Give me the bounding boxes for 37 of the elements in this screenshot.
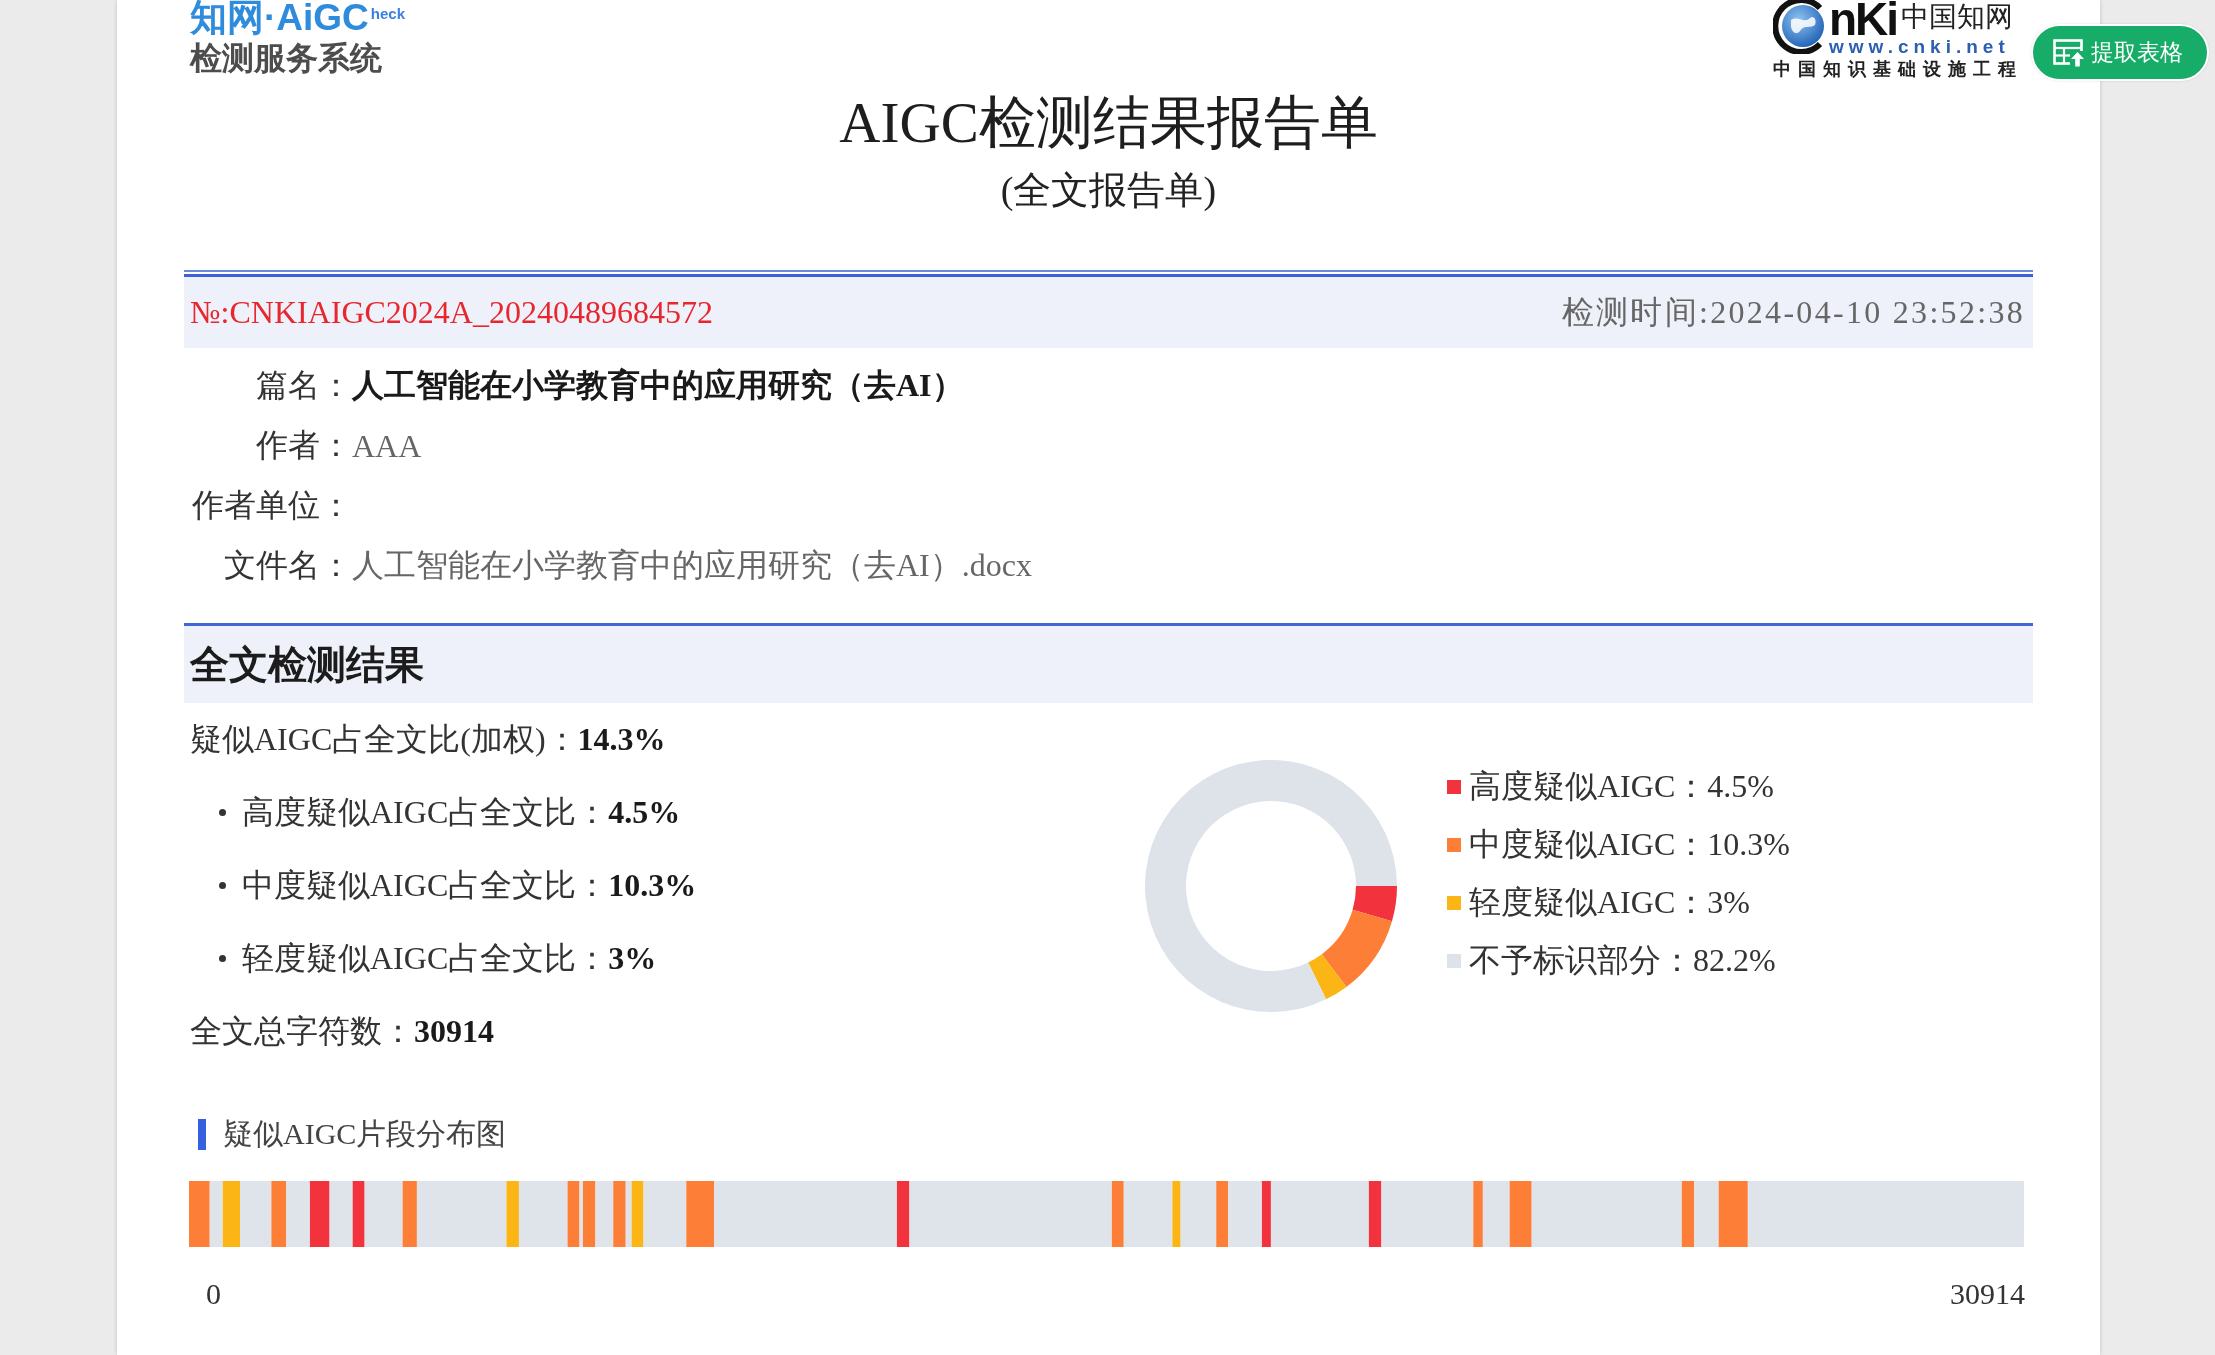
check-time: 检测时间:2024-04-10 23:52:38 [1561,292,2025,332]
extract-table-button[interactable]: 提取表格 [2031,24,2209,81]
field-label: 文件名： [223,546,352,585]
logo-wordmark: nKi [1829,0,1898,38]
report-subtitle: (全文报告单) [1000,168,1217,213]
logo-subtitle: 检测服务系统 [190,39,382,77]
scale-label: 0 [206,1276,221,1312]
scale-label: 30914 [1950,1276,2025,1312]
stat-text: 中度疑似AIGC占全文比：10.3% [242,865,697,905]
heading-marker-icon [198,1118,206,1150]
logo-tagline: 中国知识基础设施工程 [1773,58,2024,80]
logo-suffix: heck [370,5,406,23]
bullet-icon [219,882,226,889]
field-label: 作者： [255,426,352,465]
legend-label: 轻度疑似AIGC：3% [1469,883,1750,922]
logo-wordmark: 知网·AiGC [190,0,369,39]
table-upload-icon [2053,38,2085,67]
report-title: AIGC检测结果报告单 [839,90,1378,156]
bullet-icon [219,955,226,962]
field-value: 人工智能在小学教育中的应用研究（去AI） [352,366,964,405]
field-label: 作者单位： [192,486,352,525]
section-heading: 全文检测结果 [184,626,2033,703]
chart-heading: 疑似AIGC片段分布图 [223,1115,507,1152]
stat-text: 轻度疑似AIGC占全文比：3% [242,938,657,978]
field-label: 篇名： [255,366,352,405]
report-number: №:CNKIAIGC2024A_20240489684572 [190,294,713,331]
stat-text: 全文总字符数：30914 [190,1011,494,1051]
stat-text: 高度疑似AIGC占全文比：4.5% [242,792,681,832]
legend-label: 高度疑似AIGC：4.5% [1469,767,1774,806]
stat-text: 疑似AIGC占全文比(加权)：14.3% [190,719,666,759]
legend-label: 中度疑似AIGC：10.3% [1469,825,1790,864]
field-value: AAA [352,427,422,465]
bullet-icon [219,809,226,816]
field-value: 人工智能在小学教育中的应用研究（去AI）.docx [352,546,1032,585]
logo-chinese-name: 中国知网 [1901,0,2014,34]
legend-label: 不予标识部分：82.2% [1469,941,1776,980]
logo-url: www.cnki.net [1829,38,2011,56]
